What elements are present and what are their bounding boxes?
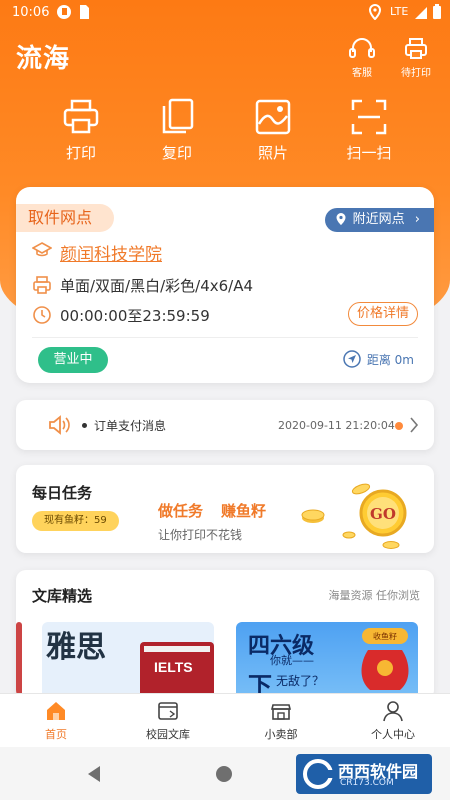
nearby-label: 附近网点 [352, 212, 405, 227]
print-label: 打印 [65, 144, 96, 162]
nearby-locations-button[interactable]: 附近网点 › [324, 208, 434, 232]
printer-icon [405, 38, 427, 59]
cet-line4: 你就—— [270, 654, 314, 667]
go-coins-illustration: GO [301, 483, 407, 549]
tab-home[interactable]: 首页 [16, 699, 96, 742]
print-action[interactable]: 打印 [46, 98, 116, 163]
photo-icon [255, 99, 291, 135]
tab-home-label: 首页 [45, 728, 67, 741]
scan-action[interactable]: 扫一扫 [334, 98, 404, 163]
network-label: LTE [390, 5, 409, 18]
watermark-url: CR173.COM [340, 778, 394, 788]
quick-actions: 打印 复印 照片 扫一扫 [0, 98, 450, 168]
printer-icon [33, 276, 51, 294]
sdcard-icon [80, 5, 89, 19]
ielts-title: 雅思 [46, 630, 106, 665]
ielts-book-text: IELTS [154, 659, 193, 675]
daily-task-card[interactable]: 每日任务 现有鱼籽：59 做任务 赚鱼籽 让你打印不花钱 GO [16, 465, 434, 553]
home-icon [47, 702, 65, 720]
app-notification-icon [57, 5, 71, 19]
scan-label: 扫一扫 [346, 144, 392, 162]
book-illustration: IELTS [140, 642, 214, 698]
status-bar: 10:06 LTE [0, 0, 450, 26]
tab-shop-label: 小卖部 [264, 728, 298, 741]
tab-library-label: 校园文库 [146, 728, 190, 741]
library-title: 文库精选 [32, 587, 93, 605]
app-logo: 流海 [16, 44, 71, 74]
scan-icon [351, 99, 387, 135]
tab-profile[interactable]: 个人中心 [353, 699, 433, 742]
pickup-card[interactable]: 取件网点 附近网点 › 颜闰科技学院 单面/双面/黑白/彩色/4x6/A4 00… [16, 187, 434, 383]
speaker-icon [49, 415, 70, 435]
notice-date: 2020-09-11 21:20:04 [278, 419, 395, 432]
notice-message: 订单支付消息 [94, 419, 167, 433]
home-button-icon[interactable] [216, 766, 232, 782]
tab-library[interactable]: 校园文库 [128, 699, 208, 742]
graduation-cap-icon [32, 242, 52, 257]
ielts-banner[interactable]: 雅思 IELTS [42, 622, 214, 700]
divider [32, 337, 418, 338]
user-icon [383, 701, 403, 722]
notification-bar[interactable]: 订单支付消息 2020-09-11 21:20:04 [16, 400, 434, 450]
shop-icon [270, 704, 292, 720]
navigation-icon [343, 350, 361, 368]
copy-label: 复印 [161, 144, 192, 162]
price-details-button[interactable]: 价格详情 [347, 302, 418, 326]
fish-balance-badge: 现有鱼籽：59 [32, 511, 119, 531]
watermark: 西西软件园 CR173.COM [296, 754, 432, 794]
distance-info: 距离 0m [343, 350, 414, 368]
tab-profile-label: 个人中心 [371, 728, 415, 741]
photo-label: 照片 [257, 144, 288, 162]
copy-action[interactable]: 复印 [142, 98, 212, 163]
chevron-right-icon: › [414, 212, 420, 227]
location-pin-icon [336, 213, 346, 225]
business-hours: 00:00:00至23:59:59 [60, 307, 210, 325]
chevron-right-icon [410, 417, 419, 433]
photo-action[interactable]: 照片 [238, 98, 308, 163]
task-title: 每日任务 [32, 484, 93, 502]
library-icon [158, 702, 178, 720]
library-hint[interactable]: 海量资源 任你浏览 [329, 587, 421, 603]
bottom-tab-bar: 首页 校园文库 小卖部 个人中心 [0, 693, 450, 747]
banner-edge [16, 622, 22, 700]
cet-line3: 无敌了？ [276, 674, 325, 688]
unread-dot [395, 422, 403, 430]
distance-label: 距离 0m [366, 353, 414, 367]
customer-service-label: 客服 [352, 68, 372, 79]
customer-service-button[interactable]: 客服 [337, 36, 387, 79]
watermark-logo-icon [303, 759, 334, 789]
go-text: GO [370, 505, 396, 523]
tab-shop[interactable]: 小卖部 [241, 699, 321, 742]
pending-print-label: 待打印 [401, 68, 431, 79]
status-badge: 营业中 [38, 347, 108, 373]
copy-icon [162, 98, 194, 134]
printer-icon [63, 99, 99, 134]
signal-icon [415, 7, 427, 19]
battery-icon [433, 4, 441, 19]
back-icon[interactable] [86, 765, 102, 783]
do-task-label[interactable]: 做任务 [158, 500, 203, 521]
headset-icon [349, 38, 375, 58]
pickup-tag: 取件网点 [16, 204, 115, 232]
status-time: 10:06 [12, 5, 50, 20]
library-section: 文库精选 海量资源 任你浏览 雅思 IELTS 四六级 你就—— 下 无敌了？ … [16, 570, 434, 700]
pending-print-button[interactable]: 待打印 [391, 36, 441, 79]
bullet-dot [82, 423, 87, 428]
cet-banner[interactable]: 四六级 你就—— 下 无敌了？ 收鱼籽 [236, 622, 418, 700]
earn-label: 赚鱼籽 [221, 502, 267, 520]
task-subtitle: 让你打印不花钱 [158, 528, 243, 542]
print-specs: 单面/双面/黑白/彩色/4x6/A4 [60, 277, 254, 295]
location-icon [368, 4, 382, 20]
clock-icon [33, 306, 51, 324]
red-bag-illustration: 收鱼籽 [361, 628, 409, 690]
school-name-link[interactable]: 颜闰科技学院 [60, 240, 162, 265]
bag-badge: 收鱼籽 [373, 631, 397, 641]
